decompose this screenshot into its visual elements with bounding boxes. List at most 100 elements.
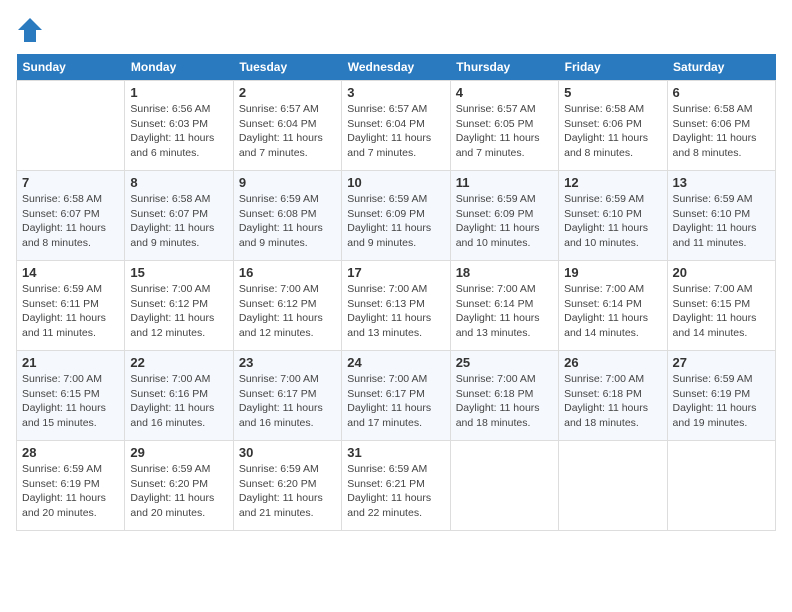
day-info: Sunrise: 7:00 AM Sunset: 6:18 PM Dayligh… — [456, 372, 553, 431]
day-info: Sunrise: 6:59 AM Sunset: 6:20 PM Dayligh… — [239, 462, 336, 521]
day-number: 5 — [564, 85, 661, 100]
calendar-cell: 22 Sunrise: 7:00 AM Sunset: 6:16 PM Dayli… — [125, 351, 233, 441]
header-friday: Friday — [559, 54, 667, 81]
calendar-cell: 3 Sunrise: 6:57 AM Sunset: 6:04 PM Daylig… — [342, 81, 450, 171]
calendar-cell: 9 Sunrise: 6:59 AM Sunset: 6:08 PM Daylig… — [233, 171, 341, 261]
calendar-table: SundayMondayTuesdayWednesdayThursdayFrid… — [16, 54, 776, 531]
day-info: Sunrise: 6:59 AM Sunset: 6:11 PM Dayligh… — [22, 282, 119, 341]
header-monday: Monday — [125, 54, 233, 81]
day-info: Sunrise: 7:00 AM Sunset: 6:15 PM Dayligh… — [673, 282, 770, 341]
calendar-cell: 7 Sunrise: 6:58 AM Sunset: 6:07 PM Daylig… — [17, 171, 125, 261]
day-number: 7 — [22, 175, 119, 190]
header-wednesday: Wednesday — [342, 54, 450, 81]
calendar-cell: 1 Sunrise: 6:56 AM Sunset: 6:03 PM Daylig… — [125, 81, 233, 171]
day-info: Sunrise: 6:58 AM Sunset: 6:07 PM Dayligh… — [22, 192, 119, 251]
day-number: 14 — [22, 265, 119, 280]
calendar-cell: 17 Sunrise: 7:00 AM Sunset: 6:13 PM Dayli… — [342, 261, 450, 351]
day-info: Sunrise: 7:00 AM Sunset: 6:12 PM Dayligh… — [239, 282, 336, 341]
header-thursday: Thursday — [450, 54, 558, 81]
day-info: Sunrise: 6:57 AM Sunset: 6:04 PM Dayligh… — [239, 102, 336, 161]
calendar-cell: 23 Sunrise: 7:00 AM Sunset: 6:17 PM Dayli… — [233, 351, 341, 441]
calendar-cell: 14 Sunrise: 6:59 AM Sunset: 6:11 PM Dayli… — [17, 261, 125, 351]
day-info: Sunrise: 6:59 AM Sunset: 6:19 PM Dayligh… — [22, 462, 119, 521]
page-header — [16, 16, 776, 44]
calendar-cell: 13 Sunrise: 6:59 AM Sunset: 6:10 PM Dayli… — [667, 171, 775, 261]
calendar-cell: 6Sunrise: 6:58 AM Sunset: 6:06 PM Daylig… — [667, 81, 775, 171]
day-number: 2 — [239, 85, 336, 100]
day-number: 12 — [564, 175, 661, 190]
day-number: 13 — [673, 175, 770, 190]
calendar-cell — [17, 81, 125, 171]
day-number: 17 — [347, 265, 444, 280]
day-number: 22 — [130, 355, 227, 370]
day-info: Sunrise: 6:59 AM Sunset: 6:09 PM Dayligh… — [456, 192, 553, 251]
day-info: Sunrise: 7:00 AM Sunset: 6:13 PM Dayligh… — [347, 282, 444, 341]
calendar-cell: 19Sunrise: 7:00 AM Sunset: 6:14 PM Dayli… — [559, 261, 667, 351]
header-tuesday: Tuesday — [233, 54, 341, 81]
day-info: Sunrise: 6:59 AM Sunset: 6:20 PM Dayligh… — [130, 462, 227, 521]
day-number: 30 — [239, 445, 336, 460]
day-info: Sunrise: 6:57 AM Sunset: 6:05 PM Dayligh… — [456, 102, 553, 161]
calendar-cell: 10Sunrise: 6:59 AM Sunset: 6:09 PM Dayli… — [342, 171, 450, 261]
day-info: Sunrise: 6:59 AM Sunset: 6:09 PM Dayligh… — [347, 192, 444, 251]
day-number: 29 — [130, 445, 227, 460]
calendar-cell: 11 Sunrise: 6:59 AM Sunset: 6:09 PM Dayli… — [450, 171, 558, 261]
day-info: Sunrise: 6:58 AM Sunset: 6:06 PM Dayligh… — [564, 102, 661, 161]
day-number: 26 — [564, 355, 661, 370]
calendar-cell: 8 Sunrise: 6:58 AM Sunset: 6:07 PM Daylig… — [125, 171, 233, 261]
calendar-cell: 28 Sunrise: 6:59 AM Sunset: 6:19 PM Dayli… — [17, 441, 125, 531]
calendar-cell: 5 Sunrise: 6:58 AM Sunset: 6:06 PM Daylig… — [559, 81, 667, 171]
day-number: 20 — [673, 265, 770, 280]
day-number: 8 — [130, 175, 227, 190]
day-info: Sunrise: 6:59 AM Sunset: 6:10 PM Dayligh… — [564, 192, 661, 251]
calendar-cell: 30 Sunrise: 6:59 AM Sunset: 6:20 PM Dayli… — [233, 441, 341, 531]
calendar-cell: 12 Sunrise: 6:59 AM Sunset: 6:10 PM Dayli… — [559, 171, 667, 261]
day-number: 27 — [673, 355, 770, 370]
calendar-cell — [450, 441, 558, 531]
header-sunday: Sunday — [17, 54, 125, 81]
calendar-week-row: 1 Sunrise: 6:56 AM Sunset: 6:03 PM Daylig… — [17, 81, 776, 171]
day-info: Sunrise: 6:59 AM Sunset: 6:10 PM Dayligh… — [673, 192, 770, 251]
day-info: Sunrise: 7:00 AM Sunset: 6:16 PM Dayligh… — [130, 372, 227, 431]
day-number: 25 — [456, 355, 553, 370]
calendar-cell: 20 Sunrise: 7:00 AM Sunset: 6:15 PM Dayli… — [667, 261, 775, 351]
calendar-cell: 24 Sunrise: 7:00 AM Sunset: 6:17 PM Dayli… — [342, 351, 450, 441]
day-info: Sunrise: 6:57 AM Sunset: 6:04 PM Dayligh… — [347, 102, 444, 161]
calendar-cell — [667, 441, 775, 531]
day-number: 6 — [673, 85, 770, 100]
day-number: 3 — [347, 85, 444, 100]
day-info: Sunrise: 7:00 AM Sunset: 6:18 PM Dayligh… — [564, 372, 661, 431]
day-info: Sunrise: 6:56 AM Sunset: 6:03 PM Dayligh… — [130, 102, 227, 161]
calendar-cell: 25 Sunrise: 7:00 AM Sunset: 6:18 PM Dayli… — [450, 351, 558, 441]
day-number: 18 — [456, 265, 553, 280]
day-info: Sunrise: 7:00 AM Sunset: 6:12 PM Dayligh… — [130, 282, 227, 341]
day-number: 24 — [347, 355, 444, 370]
calendar-cell: 15Sunrise: 7:00 AM Sunset: 6:12 PM Dayli… — [125, 261, 233, 351]
calendar-cell: 29 Sunrise: 6:59 AM Sunset: 6:20 PM Dayli… — [125, 441, 233, 531]
calendar-cell: 2 Sunrise: 6:57 AM Sunset: 6:04 PM Daylig… — [233, 81, 341, 171]
day-number: 23 — [239, 355, 336, 370]
day-info: Sunrise: 6:59 AM Sunset: 6:08 PM Dayligh… — [239, 192, 336, 251]
calendar-cell: 27Sunrise: 6:59 AM Sunset: 6:19 PM Dayli… — [667, 351, 775, 441]
day-info: Sunrise: 7:00 AM Sunset: 6:17 PM Dayligh… — [347, 372, 444, 431]
day-info: Sunrise: 6:58 AM Sunset: 6:07 PM Dayligh… — [130, 192, 227, 251]
day-number: 9 — [239, 175, 336, 190]
day-info: Sunrise: 7:00 AM Sunset: 6:17 PM Dayligh… — [239, 372, 336, 431]
logo — [16, 16, 48, 44]
calendar-cell: 16Sunrise: 7:00 AM Sunset: 6:12 PM Dayli… — [233, 261, 341, 351]
day-number: 1 — [130, 85, 227, 100]
calendar-cell: 26 Sunrise: 7:00 AM Sunset: 6:18 PM Dayli… — [559, 351, 667, 441]
day-number: 31 — [347, 445, 444, 460]
day-number: 19 — [564, 265, 661, 280]
day-number: 28 — [22, 445, 119, 460]
calendar-week-row: 28 Sunrise: 6:59 AM Sunset: 6:19 PM Dayli… — [17, 441, 776, 531]
calendar-cell: 21 Sunrise: 7:00 AM Sunset: 6:15 PM Dayli… — [17, 351, 125, 441]
calendar-week-row: 21 Sunrise: 7:00 AM Sunset: 6:15 PM Dayli… — [17, 351, 776, 441]
day-number: 11 — [456, 175, 553, 190]
calendar-week-row: 7 Sunrise: 6:58 AM Sunset: 6:07 PM Daylig… — [17, 171, 776, 261]
calendar-cell: 31 Sunrise: 6:59 AM Sunset: 6:21 PM Dayli… — [342, 441, 450, 531]
header-saturday: Saturday — [667, 54, 775, 81]
day-info: Sunrise: 7:00 AM Sunset: 6:15 PM Dayligh… — [22, 372, 119, 431]
day-info: Sunrise: 6:59 AM Sunset: 6:21 PM Dayligh… — [347, 462, 444, 521]
day-number: 21 — [22, 355, 119, 370]
